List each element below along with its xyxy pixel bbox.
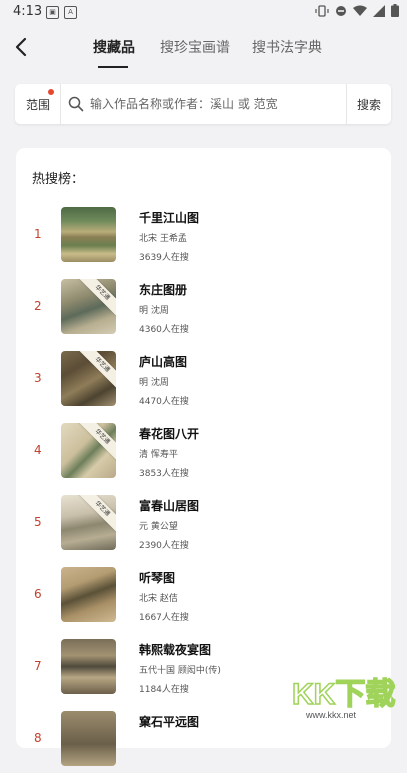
artwork-thumbnail: 华艺通: [61, 351, 116, 406]
rank-number: 8: [34, 731, 42, 745]
badge-ribbon: 华艺通: [77, 495, 116, 534]
tab-collections[interactable]: 搜藏品: [93, 37, 135, 57]
artwork-thumbnail: 华艺通: [61, 279, 116, 334]
artwork-thumbnail: [61, 207, 116, 262]
list-item[interactable]: 3 华艺通 庐山高图 明 沈周 4470人在搜: [16, 351, 391, 413]
scope-button[interactable]: 范围: [26, 96, 50, 113]
artwork-title: 庐山高图: [139, 355, 188, 369]
badge-ribbon: 华艺通: [77, 423, 116, 462]
back-arrow-icon[interactable]: [12, 36, 32, 58]
artwork-meta: 明 沈周: [139, 306, 169, 316]
rank-number: 5: [34, 515, 42, 529]
search-input[interactable]: [90, 92, 340, 116]
divider: [346, 84, 347, 124]
artwork-thumbnail: [61, 639, 116, 694]
artwork-meta: 北宋 赵佶: [139, 594, 178, 604]
artwork-meta: 清 恽寿平: [139, 450, 178, 460]
vibrate-icon: [315, 4, 329, 17]
artwork-title: 东庄图册: [139, 283, 188, 297]
rank-number: 3: [34, 371, 42, 385]
search-count: 1667人在搜: [139, 613, 189, 623]
status-icons: [315, 4, 399, 17]
artwork-title: 窠石平远图: [139, 715, 200, 729]
search-count: 3639人在搜: [139, 253, 189, 263]
artwork-thumbnail: [61, 711, 116, 766]
signal-icon: [373, 4, 385, 17]
scope-badge-dot: [48, 89, 54, 95]
rank-number: 6: [34, 587, 42, 601]
artwork-title: 听琴图: [139, 571, 176, 585]
divider: [60, 84, 61, 124]
notification-a-icon: A: [64, 6, 77, 19]
artwork-thumbnail: [61, 567, 116, 622]
search-count: 1184人在搜: [139, 685, 189, 695]
do-not-disturb-icon: [336, 5, 346, 16]
tab-treasure-albums[interactable]: 搜珍宝画谱: [160, 37, 230, 57]
search-count: 3853人在搜: [139, 469, 189, 479]
artwork-thumbnail: 华艺通: [61, 495, 116, 550]
artwork-meta: 明 沈周: [139, 378, 169, 388]
rank-number: 4: [34, 443, 42, 457]
list-item[interactable]: 6 听琴图 北宋 赵佶 1667人在搜: [16, 567, 391, 629]
artwork-title: 春花图八开: [139, 427, 200, 441]
battery-icon: [391, 4, 399, 17]
badge-ribbon: 华艺通: [77, 279, 116, 318]
rank-number: 2: [34, 299, 42, 313]
list-item[interactable]: 8 窠石平远图: [16, 711, 391, 773]
artwork-title: 富春山居图: [139, 499, 200, 513]
search-count: 4360人在搜: [139, 325, 189, 335]
rank-number: 1: [34, 227, 42, 241]
watermark-url: www.kkx.net: [305, 710, 357, 720]
badge-ribbon: 华艺通: [77, 351, 116, 390]
notification-icon: ▣: [46, 6, 59, 19]
header: 搜藏品 搜珍宝画谱 搜书法字典: [0, 24, 407, 72]
artwork-thumbnail: 华艺通: [61, 423, 116, 478]
search-icon: [68, 96, 84, 112]
artwork-title: 韩熙载夜宴图: [139, 643, 212, 657]
status-bar: 4:13 ▣ A: [0, 0, 407, 24]
search-bar: 范围 搜索: [15, 84, 391, 124]
active-tab-indicator: [98, 66, 128, 68]
artwork-meta: 元 黄公望: [139, 522, 178, 532]
hot-search-card: 热搜榜： 1 千里江山图 北宋 王希孟 3639人在搜 2 华艺通 东庄图册 明…: [16, 148, 391, 766]
artwork-title: 千里江山图: [139, 211, 200, 225]
list-item[interactable]: 1 千里江山图 北宋 王希孟 3639人在搜: [16, 207, 391, 269]
watermark-text: KK下载: [292, 678, 395, 711]
search-button[interactable]: 搜索: [357, 96, 381, 113]
artwork-meta: 北宋 王希孟: [139, 234, 187, 244]
search-count: 4470人在搜: [139, 397, 189, 407]
wifi-icon: [353, 5, 367, 16]
list-item[interactable]: 4 华艺通 春花图八开 清 恽寿平 3853人在搜: [16, 423, 391, 485]
artwork-meta: 五代十国 顾闳中(传): [139, 666, 221, 676]
status-time: 4:13: [13, 4, 43, 19]
hot-search-title: 热搜榜：: [32, 172, 85, 187]
list-item[interactable]: 2 华艺通 东庄图册 明 沈周 4360人在搜: [16, 279, 391, 341]
watermark-logo: KK下载 www.kkx.net: [291, 677, 396, 720]
rank-number: 7: [34, 659, 42, 673]
list-item[interactable]: 5 华艺通 富春山居图 元 黄公望 2390人在搜: [16, 495, 391, 557]
search-count: 2390人在搜: [139, 541, 189, 551]
tab-calligraphy-dictionary[interactable]: 搜书法字典: [252, 37, 322, 57]
